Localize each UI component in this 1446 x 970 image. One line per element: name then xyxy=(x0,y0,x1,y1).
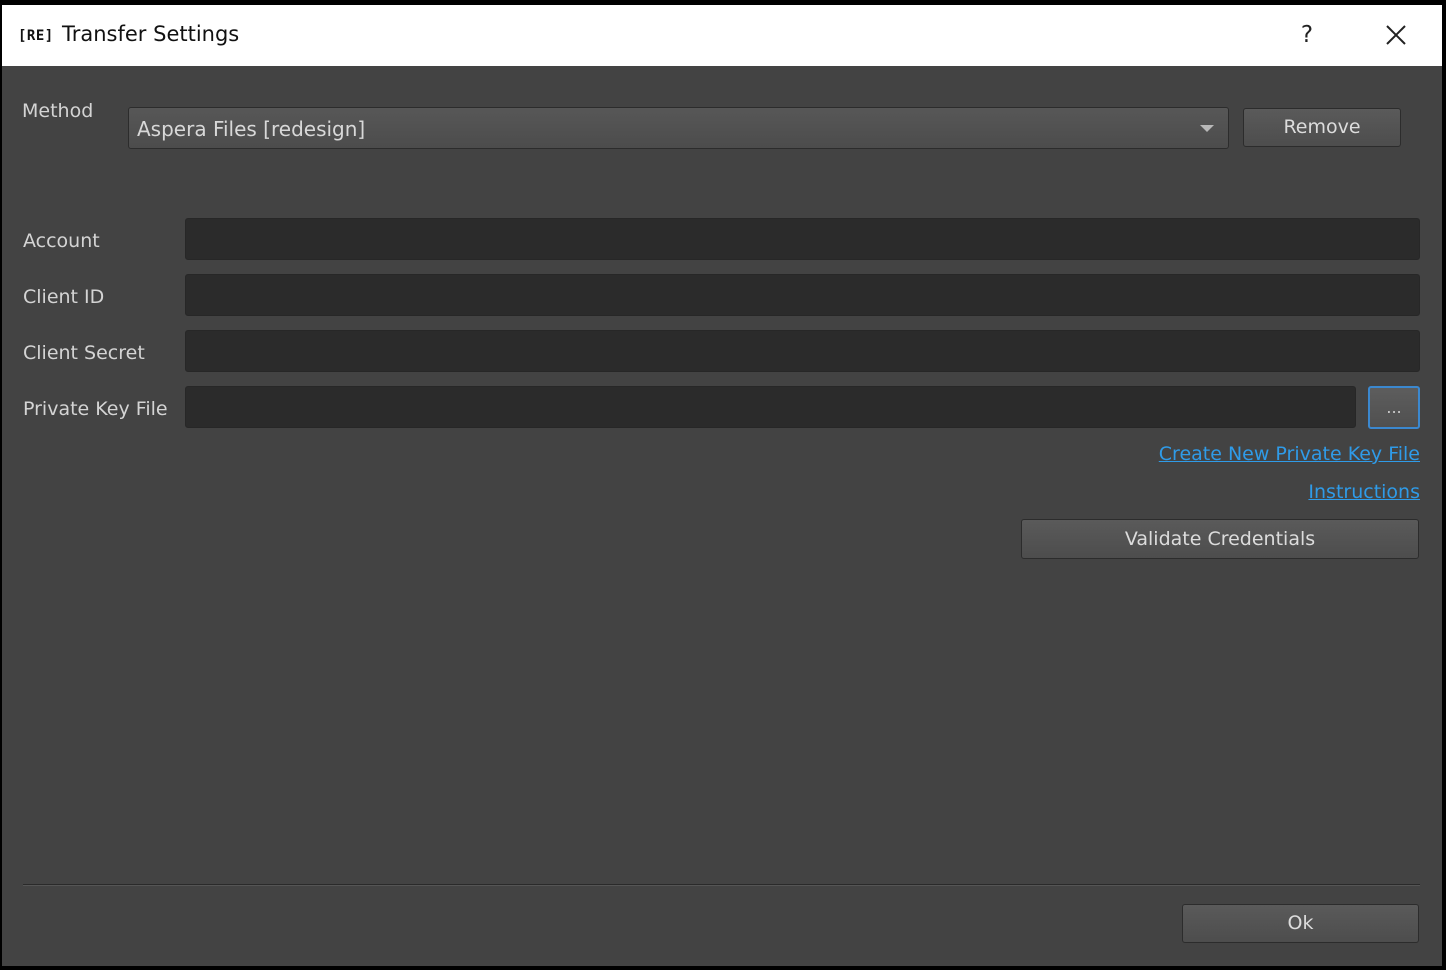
dialog-body: Method Aspera Files [redesign] Remove Ac… xyxy=(2,66,1442,966)
client-id-field[interactable] xyxy=(185,274,1420,316)
account-field[interactable] xyxy=(185,218,1420,260)
method-selected-value: Aspera Files [redesign] xyxy=(137,117,366,141)
method-label: Method xyxy=(22,100,94,122)
private-key-file-label: Private Key File xyxy=(23,398,168,420)
chevron-down-icon xyxy=(1200,125,1214,132)
ok-button[interactable]: Ok xyxy=(1182,904,1419,943)
help-button[interactable]: ? xyxy=(1292,17,1322,53)
client-id-label: Client ID xyxy=(23,286,105,308)
app-logo: [RE] xyxy=(18,28,54,44)
browse-button[interactable]: ... xyxy=(1368,386,1420,429)
instructions-link[interactable]: Instructions xyxy=(1308,481,1420,503)
client-secret-field[interactable] xyxy=(185,330,1420,372)
window-title: Transfer Settings xyxy=(62,22,240,46)
account-label: Account xyxy=(23,230,100,252)
validate-credentials-button[interactable]: Validate Credentials xyxy=(1021,519,1419,559)
create-private-key-link[interactable]: Create New Private Key File xyxy=(1159,443,1420,465)
client-secret-label: Client Secret xyxy=(23,342,145,364)
help-icon: ? xyxy=(1300,22,1314,48)
method-select[interactable]: Aspera Files [redesign] xyxy=(128,107,1229,149)
title-bar: [RE] Transfer Settings ? xyxy=(2,5,1442,66)
close-button[interactable] xyxy=(1378,17,1414,53)
private-key-file-field[interactable] xyxy=(185,386,1356,428)
divider xyxy=(23,884,1420,886)
transfer-settings-dialog: [RE] Transfer Settings ? Method Aspera F… xyxy=(0,0,1446,970)
close-icon xyxy=(1386,25,1406,45)
remove-button[interactable]: Remove xyxy=(1243,108,1401,147)
